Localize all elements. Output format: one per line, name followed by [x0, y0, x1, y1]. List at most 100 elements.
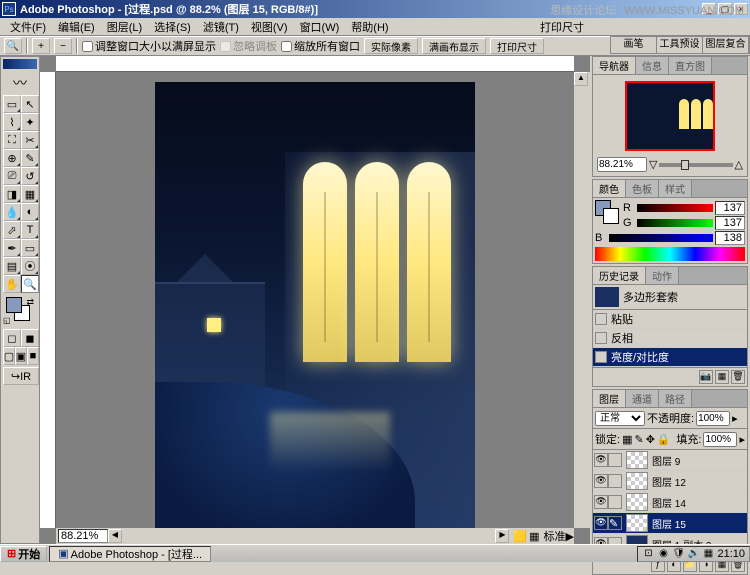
lasso-tool[interactable]: ⌇: [3, 113, 21, 131]
scroll-left-icon[interactable]: ◀: [108, 529, 122, 543]
navigator-thumb[interactable]: [625, 81, 715, 151]
menu-file[interactable]: 文件(F): [4, 18, 52, 36]
zoom-out-icon[interactable]: −: [54, 38, 72, 54]
quickmask-mode[interactable]: ◼: [21, 329, 39, 347]
tray-icon[interactable]: ▦: [702, 548, 714, 560]
actual-pixels-button[interactable]: 实际像素: [364, 38, 418, 54]
marquee-tool[interactable]: ▭: [3, 95, 21, 113]
tray-icon[interactable]: 🔊: [687, 548, 699, 560]
blue-slider[interactable]: [609, 234, 713, 242]
visibility-icon[interactable]: 👁: [594, 453, 608, 467]
screen-standard[interactable]: ▢: [3, 347, 15, 365]
nav-zoom-out-icon[interactable]: ▽: [649, 158, 657, 171]
scrollbar-vertical[interactable]: ▲: [574, 72, 590, 528]
layer-row[interactable]: 👁图层 9: [593, 450, 747, 471]
heal-tool[interactable]: ⊕: [3, 149, 21, 167]
foreground-swatch[interactable]: [6, 297, 22, 313]
zoom-all-check[interactable]: 缩放所有窗口: [281, 38, 360, 54]
layer-row-active[interactable]: 👁✎图层 15: [593, 513, 747, 534]
color-swatches[interactable]: ⇄ ◱: [3, 297, 37, 325]
canvas-viewport[interactable]: [56, 72, 574, 528]
print-size-button[interactable]: 打印尺寸: [490, 38, 544, 54]
visibility-icon[interactable]: 👁: [594, 474, 608, 488]
zoom-tool[interactable]: 🔍: [21, 275, 39, 293]
color-bg-swatch[interactable]: [603, 208, 619, 224]
green-slider[interactable]: [637, 219, 713, 227]
crop-tool[interactable]: ⛶: [3, 131, 21, 149]
trash-icon[interactable]: 🗑: [731, 370, 745, 384]
blend-mode-select[interactable]: 正常: [595, 411, 645, 426]
layer-row[interactable]: 👁图层 12: [593, 471, 747, 492]
clock[interactable]: 21:10: [717, 548, 745, 560]
pen-tool[interactable]: ✒: [3, 239, 21, 257]
ruler-horizontal[interactable]: [56, 56, 574, 72]
opacity-field[interactable]: [696, 411, 730, 426]
dock-brush-tab[interactable]: 画笔: [611, 37, 657, 53]
menu-window[interactable]: 窗口(W): [294, 18, 346, 36]
lock-trans-icon[interactable]: ▦: [622, 433, 632, 446]
screen-full[interactable]: ■: [27, 347, 39, 365]
move-tool[interactable]: ↖: [21, 95, 39, 113]
scroll-right-icon[interactable]: ▶: [495, 529, 509, 543]
taskbar-app-button[interactable]: ▣ Adobe Photoshop - [过程...: [49, 546, 211, 562]
wand-tool[interactable]: ✦: [21, 113, 39, 131]
zoom-tool-icon[interactable]: 🔍: [4, 38, 22, 54]
tray-icon[interactable]: ⊡: [642, 548, 654, 560]
tab-histogram[interactable]: 直方图: [669, 57, 712, 74]
blur-tool[interactable]: 💧: [3, 203, 21, 221]
tab-channels[interactable]: 通道: [626, 390, 659, 407]
tab-navigator[interactable]: 导航器: [593, 57, 636, 74]
tab-layers[interactable]: 图层: [593, 390, 626, 407]
history-snapshot[interactable]: 多边形套索: [593, 285, 747, 310]
document[interactable]: [155, 82, 475, 532]
standard-mode[interactable]: ◻: [3, 329, 21, 347]
visibility-icon[interactable]: 👁: [594, 516, 608, 530]
start-button[interactable]: ⊞ 开始: [0, 546, 47, 562]
hand-tool[interactable]: ✋: [3, 275, 21, 293]
screen-full-menu[interactable]: ▣: [15, 347, 27, 365]
color-spectrum[interactable]: [595, 247, 745, 261]
stamp-tool[interactable]: ⎚: [3, 167, 21, 185]
menu-filter[interactable]: 滤镜(T): [197, 18, 245, 36]
layer-row[interactable]: 👁图层 14: [593, 492, 747, 513]
fill-field[interactable]: [703, 432, 737, 447]
nav-zoom-in-icon[interactable]: △: [735, 158, 743, 171]
scroll-up-icon[interactable]: ▲: [574, 72, 588, 86]
type-tool[interactable]: T: [21, 221, 39, 239]
new-doc-icon[interactable]: ▦: [715, 370, 729, 384]
visibility-icon[interactable]: 👁: [594, 495, 608, 509]
menu-help[interactable]: 帮助(H): [345, 18, 394, 36]
tab-paths[interactable]: 路径: [659, 390, 692, 407]
lock-paint-icon[interactable]: ✎: [634, 433, 643, 446]
new-snapshot-icon[interactable]: 📷: [699, 370, 713, 384]
notes-tool[interactable]: ▤: [3, 257, 21, 275]
red-slider[interactable]: [637, 204, 713, 212]
zoom-in-icon[interactable]: +: [32, 38, 50, 54]
eraser-tool[interactable]: ◨: [3, 185, 21, 203]
fit-window-check[interactable]: 调整窗口大小以满屏显示: [82, 38, 216, 54]
green-value[interactable]: 137: [715, 216, 745, 230]
nav-zoom-field[interactable]: [597, 157, 647, 172]
history-item[interactable]: 反相: [593, 329, 747, 348]
red-value[interactable]: 137: [715, 201, 745, 215]
history-brush-tool[interactable]: ↺: [21, 167, 39, 185]
lock-move-icon[interactable]: ✥: [646, 433, 655, 446]
default-colors-icon[interactable]: ◱: [3, 316, 11, 325]
gradient-tool[interactable]: ▦: [21, 185, 39, 203]
path-tool[interactable]: ⬀: [3, 221, 21, 239]
nav-zoom-slider[interactable]: [659, 163, 732, 167]
blue-value[interactable]: 138: [715, 231, 745, 245]
history-item-active[interactable]: 亮度/对比度: [593, 348, 747, 367]
brush-tool[interactable]: ✎: [21, 149, 39, 167]
dodge-tool[interactable]: ◐: [21, 203, 39, 221]
zoom-menu-icon[interactable]: ▶: [566, 530, 574, 543]
tab-color[interactable]: 颜色: [593, 180, 626, 197]
shape-tool[interactable]: ▭: [21, 239, 39, 257]
tab-info[interactable]: 信息: [636, 57, 669, 74]
zoom-field[interactable]: [58, 529, 108, 543]
tray-icon[interactable]: 🛡: [672, 548, 684, 560]
menu-layer[interactable]: 图层(L): [101, 18, 148, 36]
scrollbar-horizontal[interactable]: ◀ ▶ 🟨 ▦ 标准 ▶: [56, 528, 574, 544]
menu-view[interactable]: 视图(V): [245, 18, 294, 36]
tab-history[interactable]: 历史记录: [593, 267, 646, 284]
